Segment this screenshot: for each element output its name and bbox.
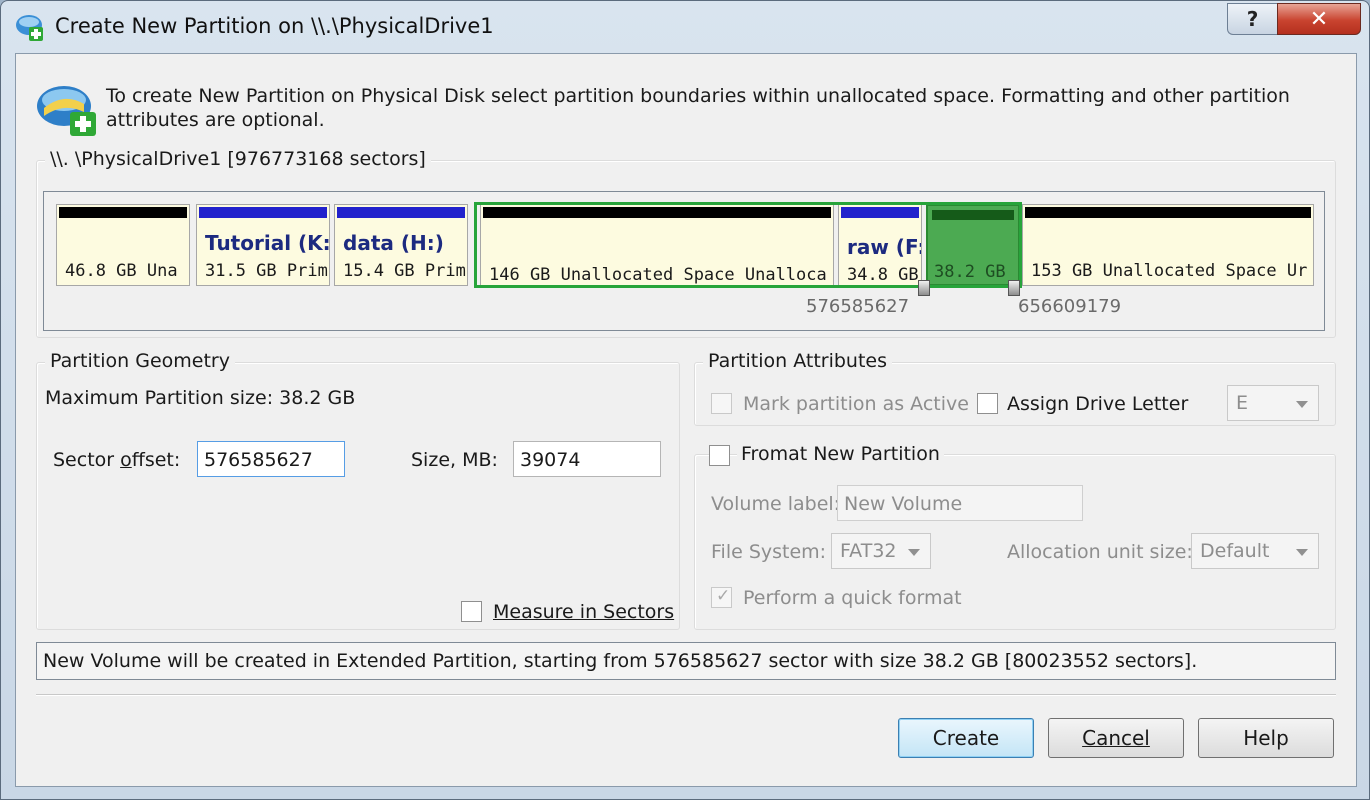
create-button[interactable]: Create: [898, 718, 1034, 758]
format-partition-label[interactable]: Fromat New Partition: [737, 443, 944, 465]
measure-in-sectors-checkbox[interactable]: [461, 601, 482, 622]
divider: [36, 694, 1336, 696]
end-boundary-handle[interactable]: [1008, 280, 1020, 296]
mark-active-label: Mark partition as Active: [743, 393, 969, 415]
quick-format-checkbox[interactable]: ✓: [711, 586, 732, 608]
drive-letter-select[interactable]: E: [1227, 385, 1319, 421]
partition-unallocated-3[interactable]: 153 GB Unallocated Space Ur: [1022, 204, 1314, 286]
help-caption-button[interactable]: ?: [1227, 3, 1277, 35]
end-sector-marker: 656609179: [1018, 296, 1122, 317]
checkmark-icon: ✓: [716, 586, 731, 606]
status-message: New Volume will be created in Extended P…: [36, 642, 1336, 680]
cancel-button[interactable]: Cancel: [1048, 718, 1184, 758]
format-group: Fromat New Partition Volume label: New V…: [694, 443, 1336, 630]
assign-letter-checkbox[interactable]: [977, 393, 998, 414]
chevron-down-icon: [1296, 549, 1308, 556]
format-partition-checkbox[interactable]: [709, 445, 730, 466]
partition-raw[interactable]: raw (F: 34.8 GB: [838, 204, 922, 286]
partition-tutorial[interactable]: Tutorial (K:) 31.5 GB Prim: [196, 204, 330, 286]
help-button[interactable]: Help: [1198, 718, 1334, 758]
file-system-select[interactable]: FAT32: [831, 533, 931, 569]
instruction-text: To create New Partition on Physical Disk…: [106, 85, 1290, 131]
measure-in-sectors-label[interactable]: Measure in Sectors: [493, 601, 674, 623]
partition-data[interactable]: data (H:) 15.4 GB Prim: [334, 204, 468, 286]
file-system-label: File System:: [711, 541, 827, 563]
attributes-group: Partition Attributes Mark partition as A…: [694, 350, 1336, 426]
disk-add-icon: [16, 15, 43, 41]
allocation-unit-select[interactable]: Default: [1191, 533, 1319, 569]
attributes-group-label: Partition Attributes: [703, 350, 893, 372]
max-size-label: Maximum Partition size: 38.2 GB: [45, 387, 356, 409]
sector-offset-label: Sector offset:: [53, 449, 181, 471]
disk-group: \\. \PhysicalDrive1 [976773168 sectors] …: [36, 148, 1336, 338]
mark-active-checkbox[interactable]: [711, 393, 732, 414]
caption-buttons: ? ✕: [1227, 3, 1361, 35]
chevron-down-icon: [1296, 401, 1308, 408]
new-partition-block[interactable]: 38.2 GB: [926, 204, 1020, 286]
start-sector-marker: 576585627: [806, 296, 910, 317]
volume-label-input[interactable]: New Volume: [837, 485, 1083, 521]
start-boundary-handle[interactable]: [918, 280, 930, 296]
disk-map: 46.8 GB Una Tutorial (K:) 31.5 GB Prim d…: [43, 191, 1325, 331]
size-mb-label: Size, MB:: [411, 449, 498, 471]
dialog-client: To create New Partition on Physical Disk…: [15, 53, 1357, 787]
window-title: Create New Partition on \\.\PhysicalDriv…: [55, 14, 494, 38]
title-bar[interactable]: Create New Partition on \\.\PhysicalDriv…: [1, 1, 1369, 53]
disk-add-icon: [37, 86, 96, 136]
sector-offset-input[interactable]: 576585627: [197, 441, 345, 477]
allocation-unit-label: Allocation unit size:: [1007, 541, 1193, 563]
partition-unallocated-2[interactable]: 146 GB Unallocated Space Unalloca: [480, 204, 834, 286]
close-button[interactable]: ✕: [1277, 3, 1361, 35]
assign-letter-label[interactable]: Assign Drive Letter: [1007, 393, 1188, 415]
size-mb-input[interactable]: 39074: [513, 441, 661, 477]
dialog-window: Create New Partition on \\.\PhysicalDriv…: [0, 0, 1370, 800]
disk-group-label: \\. \PhysicalDrive1 [976773168 sectors]: [45, 148, 431, 170]
geometry-group: Partition Geometry Maximum Partition siz…: [36, 350, 680, 630]
volume-label-label: Volume label:: [711, 493, 841, 515]
chevron-down-icon: [908, 549, 920, 556]
geometry-group-label: Partition Geometry: [45, 350, 235, 372]
partition-unallocated-1[interactable]: 46.8 GB Una: [56, 204, 190, 286]
quick-format-label: Perform a quick format: [743, 587, 962, 609]
